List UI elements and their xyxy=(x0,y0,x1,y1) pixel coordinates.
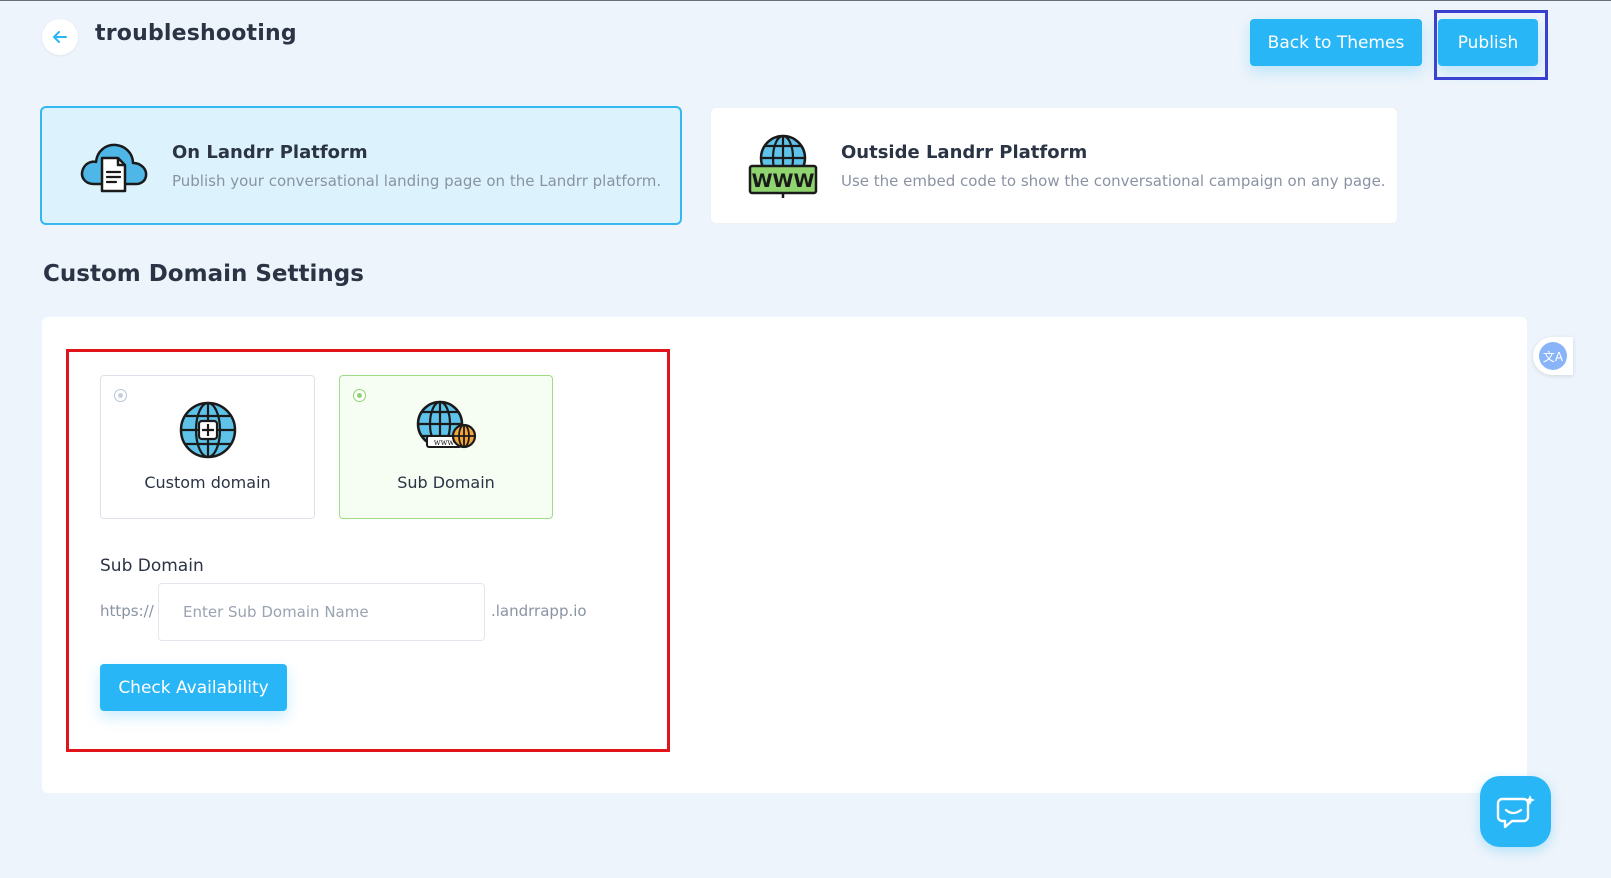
globe-plus-icon xyxy=(179,401,236,459)
sub-domain-field-label: Sub Domain xyxy=(100,556,204,576)
sub-domain-radio[interactable] xyxy=(353,389,366,402)
back-button[interactable] xyxy=(42,19,78,55)
custom-domain-radio[interactable] xyxy=(114,389,127,402)
custom-domain-label: Custom domain xyxy=(144,473,271,492)
sub-domain-input[interactable] xyxy=(158,583,485,641)
translate-icon: 文A xyxy=(1539,342,1567,370)
sub-domain-label: Sub Domain xyxy=(397,473,495,492)
page-title: troubleshooting xyxy=(95,21,297,46)
section-title: Custom Domain Settings xyxy=(43,261,364,287)
svg-text:WWW: WWW xyxy=(752,170,815,192)
check-availability-button[interactable]: Check Availability xyxy=(100,664,287,711)
outside-platform-description: Use the embed code to show the conversat… xyxy=(841,171,1386,190)
on-platform-title: On Landrr Platform xyxy=(172,141,368,163)
on-platform-card[interactable]: On Landrr Platform Publish your conversa… xyxy=(40,106,682,225)
on-platform-description: Publish your conversational landing page… xyxy=(172,171,662,190)
globe-www-icon: www xyxy=(416,400,477,449)
translate-widget[interactable]: 文A xyxy=(1533,337,1573,375)
url-suffix: .landrrapp.io xyxy=(491,602,587,620)
url-prefix: https:// xyxy=(100,602,154,620)
outside-platform-title: Outside Landrr Platform xyxy=(841,141,1088,163)
back-to-themes-button[interactable]: Back to Themes xyxy=(1250,19,1422,66)
chat-icon xyxy=(1496,794,1535,828)
publish-button[interactable]: Publish xyxy=(1438,19,1538,66)
sub-domain-option[interactable]: www Sub Domain xyxy=(339,375,553,519)
arrow-left-icon xyxy=(53,31,67,43)
svg-text:www: www xyxy=(434,438,455,447)
custom-domain-option[interactable]: Custom domain xyxy=(100,375,315,519)
outside-platform-card[interactable]: WWW Outside Landrr Platform Use the embe… xyxy=(710,107,1398,224)
cloud-document-icon xyxy=(80,143,148,192)
www-globe-icon: WWW xyxy=(748,134,818,198)
chat-widget-button[interactable] xyxy=(1480,776,1551,847)
